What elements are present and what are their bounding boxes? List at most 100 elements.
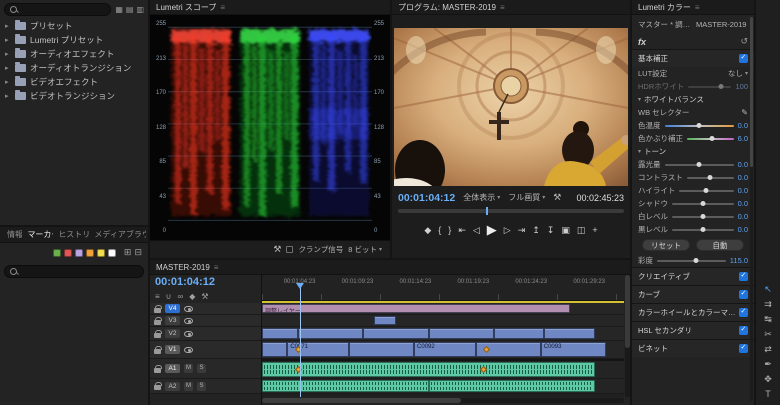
tone-value[interactable]: 0.0: [738, 212, 748, 221]
monitor-settings-wrench-icon[interactable]: [553, 192, 561, 203]
track-header-v2[interactable]: V2: [150, 327, 261, 341]
panel-menu-icon[interactable]: [220, 3, 225, 12]
lock-icon[interactable]: [154, 345, 162, 354]
mute-button[interactable]: M: [184, 381, 193, 391]
timeline-clip[interactable]: [348, 342, 415, 357]
timeline-clip[interactable]: [493, 328, 545, 339]
type-tool[interactable]: T: [760, 389, 776, 400]
tab-program-monitor[interactable]: プログラム: MASTER-2019: [398, 2, 496, 13]
track-header-v1[interactable]: V1: [150, 341, 261, 359]
track-badge-a2[interactable]: A2: [165, 381, 180, 391]
tab-markers[interactable]: マーカー: [22, 229, 53, 240]
track-lane-v3[interactable]: [262, 315, 624, 327]
fx-badge-icon[interactable]: fx: [638, 37, 646, 47]
track-header-a1[interactable]: A1 M S: [150, 359, 261, 379]
timeline-clip[interactable]: [363, 328, 429, 339]
timeline-settings-icon[interactable]: ⚒: [201, 292, 208, 301]
slider-knob[interactable]: [696, 122, 702, 128]
effects-search-field[interactable]: [4, 3, 112, 16]
tone-value[interactable]: 0.0: [738, 199, 748, 208]
timeline-clip[interactable]: [428, 328, 494, 339]
tab-lumetri-scopes[interactable]: Lumetri スコープ: [156, 2, 216, 13]
section-checkbox[interactable]: [739, 308, 748, 317]
program-video-frame[interactable]: [394, 28, 628, 186]
timeline-playhead[interactable]: [296, 283, 304, 397]
tab-media-browser[interactable]: メディアブラウザー: [89, 229, 146, 240]
lock-icon[interactable]: [154, 364, 162, 373]
reset-effect-icon[interactable]: [740, 36, 748, 47]
timeline-clip[interactable]: [428, 380, 596, 392]
add-marker-icon[interactable]: ◆: [189, 292, 195, 301]
section-basic-correction[interactable]: 基本補正: [632, 49, 754, 67]
track-select-forward-tool[interactable]: ⇉: [760, 299, 776, 310]
timeline-clip[interactable]: [262, 362, 596, 377]
marker-color-swatch[interactable]: [107, 248, 116, 257]
go-to-in-button[interactable]: ⇤: [458, 225, 466, 236]
step-forward-button[interactable]: ▷: [504, 225, 511, 236]
saturation-slider[interactable]: [657, 257, 726, 263]
effects-tree-item[interactable]: ビデオエフェクト: [0, 75, 148, 89]
section-checkbox[interactable]: [739, 290, 748, 299]
slider-knob[interactable]: [718, 83, 724, 89]
section-row[interactable]: ビネット: [632, 339, 754, 357]
timeline-clip[interactable]: [262, 342, 288, 357]
marker-color-swatch[interactable]: [52, 248, 61, 257]
lock-icon[interactable]: [154, 382, 162, 390]
panel-menu-icon[interactable]: [695, 3, 700, 12]
timeline-clip[interactable]: [262, 380, 429, 392]
time-ruler[interactable]: 00:01:04:23 00:01:09:23 00:01:14:23 00:01:1…: [262, 275, 624, 301]
tone-slider[interactable]: [672, 213, 734, 219]
master-clip-label[interactable]: マスター * 調整レイヤー: [638, 19, 692, 30]
track-lane-v1[interactable]: C0071C0092C0093: [262, 341, 624, 359]
timeline-clip[interactable]: [298, 328, 364, 339]
timeline-clip[interactable]: C0093: [540, 342, 606, 357]
white-balance-header[interactable]: ホワイトバランス: [632, 93, 754, 106]
timeline-clip[interactable]: [262, 328, 299, 339]
timeline-timecode[interactable]: 00:01:04:12: [150, 275, 261, 290]
slider-knob[interactable]: [693, 257, 699, 263]
scope-settings-wrench-icon[interactable]: [273, 244, 281, 255]
lock-icon[interactable]: [154, 304, 162, 313]
track-output-icon[interactable]: [184, 346, 193, 353]
accelerated-effects-icon[interactable]: ▦: [115, 5, 123, 14]
disclosure-icon[interactable]: [5, 36, 11, 44]
effects-search-input[interactable]: [21, 5, 106, 14]
timeline-hscrollbar[interactable]: [262, 398, 624, 403]
tone-slider[interactable]: [672, 200, 734, 206]
current-timecode[interactable]: 00:01:04:12: [398, 192, 455, 204]
tone-slider[interactable]: [686, 174, 734, 180]
temperature-value[interactable]: 0.0: [738, 121, 748, 130]
tab-sequence[interactable]: MASTER-2019: [156, 263, 210, 272]
lumetri-scrollbar[interactable]: [750, 17, 753, 401]
extract-button[interactable]: ↧: [547, 225, 555, 236]
add-marker-button[interactable]: ◆: [424, 225, 431, 236]
track-lane-a1[interactable]: [262, 359, 624, 379]
playback-quality-select[interactable]: フル画質: [508, 192, 545, 203]
track-badge-v3[interactable]: V3: [165, 316, 180, 325]
lock-icon[interactable]: [154, 316, 162, 325]
slider-knob[interactable]: [707, 174, 713, 180]
track-lane-a2[interactable]: [262, 379, 624, 394]
slider-knob[interactable]: [703, 187, 709, 193]
yuv-effects-icon[interactable]: ▥: [136, 5, 144, 14]
lut-select[interactable]: なし: [728, 68, 748, 79]
disclosure-icon[interactable]: [5, 78, 11, 86]
track-badge-v1[interactable]: V1: [165, 345, 180, 354]
effects-tree-item[interactable]: ビデオトランジション: [0, 89, 148, 103]
track-badge-a1[interactable]: A1: [165, 364, 180, 373]
section-row[interactable]: カラーホイールとカラーマッチ: [632, 303, 754, 321]
timeline-clip[interactable]: 調整レイヤー: [262, 304, 570, 313]
disclosure-icon[interactable]: [5, 64, 11, 72]
tone-value[interactable]: 0.0: [738, 225, 748, 234]
track-output-icon[interactable]: [184, 317, 193, 324]
tone-slider[interactable]: [672, 226, 734, 232]
go-to-out-button[interactable]: ⇥: [518, 225, 526, 236]
markers-search-input[interactable]: [21, 267, 138, 276]
tone-slider[interactable]: [679, 187, 734, 193]
track-lane-v2[interactable]: [262, 327, 624, 341]
wb-eyedropper-icon[interactable]: [741, 108, 748, 117]
sequence-select[interactable]: MASTER-2019: [696, 20, 748, 29]
add-marker-icon[interactable]: ⊞: [124, 247, 132, 258]
basic-correction-checkbox[interactable]: [739, 54, 748, 63]
timeline-clip[interactable]: C0092: [414, 342, 476, 357]
